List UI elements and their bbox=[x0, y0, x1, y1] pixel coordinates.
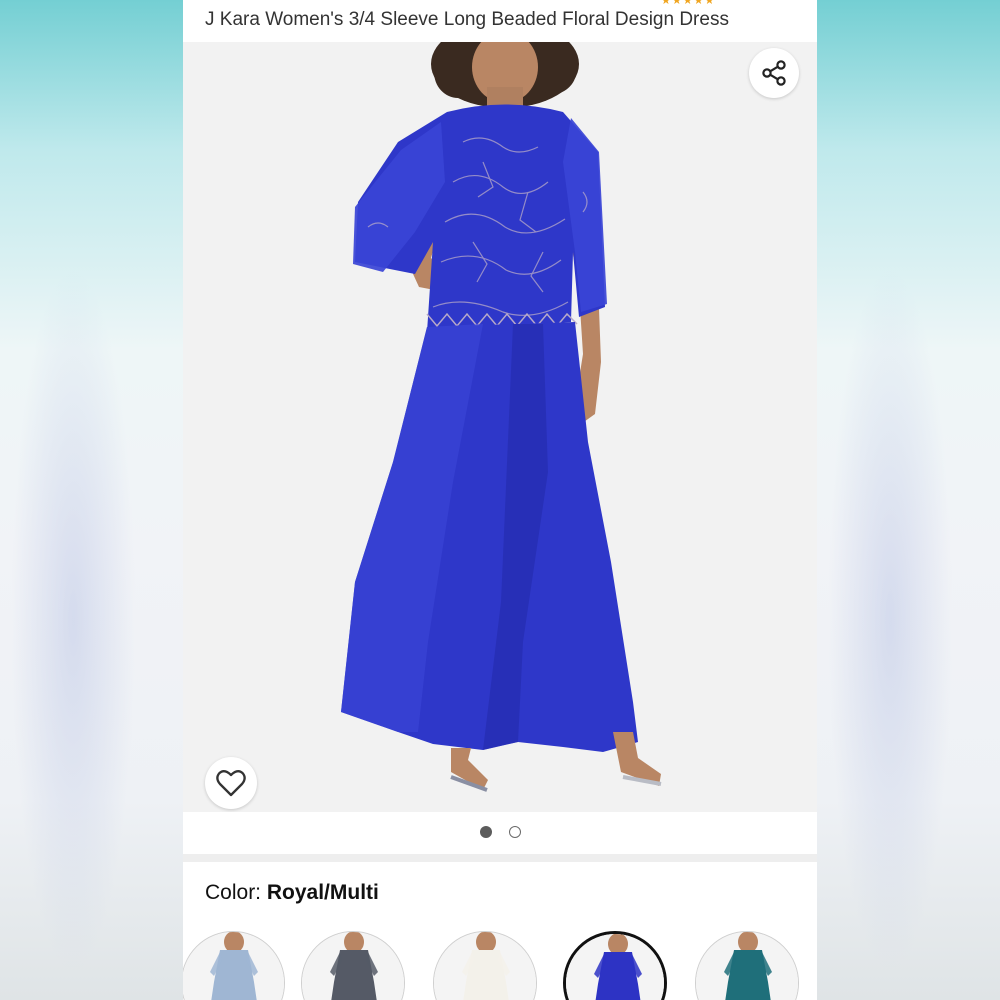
swatch-thumbnail bbox=[566, 934, 664, 1000]
swatch-thumbnail bbox=[696, 932, 798, 1000]
color-swatch-light-blue[interactable] bbox=[183, 931, 285, 1000]
color-swatch-royal[interactable] bbox=[563, 931, 667, 1000]
color-value: Royal/Multi bbox=[266, 881, 379, 904]
swatch-thumbnail bbox=[302, 932, 404, 1000]
share-button[interactable] bbox=[749, 48, 799, 98]
color-selection: Color: Royal/Multi bbox=[205, 881, 379, 905]
share-icon bbox=[762, 60, 786, 86]
product-title[interactable]: J Kara Women's 3/4 Sleeve Long Beaded Fl… bbox=[205, 9, 729, 31]
background-right bbox=[817, 0, 1000, 1000]
color-swatch-charcoal[interactable] bbox=[301, 931, 405, 1000]
product-image bbox=[183, 20, 817, 812]
section-divider bbox=[183, 854, 817, 862]
product-page: ★★★★★ J Kara Women's 3/4 Sleeve Long Bea… bbox=[183, 0, 817, 1000]
pagination-dot-active[interactable] bbox=[480, 826, 492, 838]
pagination-dot[interactable] bbox=[509, 826, 521, 838]
background-left bbox=[0, 0, 183, 1000]
swatch-thumbnail bbox=[434, 932, 536, 1000]
gallery-pagination bbox=[183, 812, 817, 854]
heart-icon bbox=[216, 770, 246, 797]
color-label: Color: bbox=[205, 881, 262, 904]
rating-stars: ★★★★★ bbox=[661, 0, 716, 7]
product-image-gallery[interactable] bbox=[183, 20, 817, 812]
swatch-thumbnail bbox=[183, 932, 284, 1000]
color-swatch-teal[interactable] bbox=[695, 931, 799, 1000]
color-swatch-ivory[interactable] bbox=[433, 931, 537, 1000]
wishlist-button[interactable] bbox=[205, 757, 257, 809]
title-bar: ★★★★★ J Kara Women's 3/4 Sleeve Long Bea… bbox=[183, 0, 817, 42]
